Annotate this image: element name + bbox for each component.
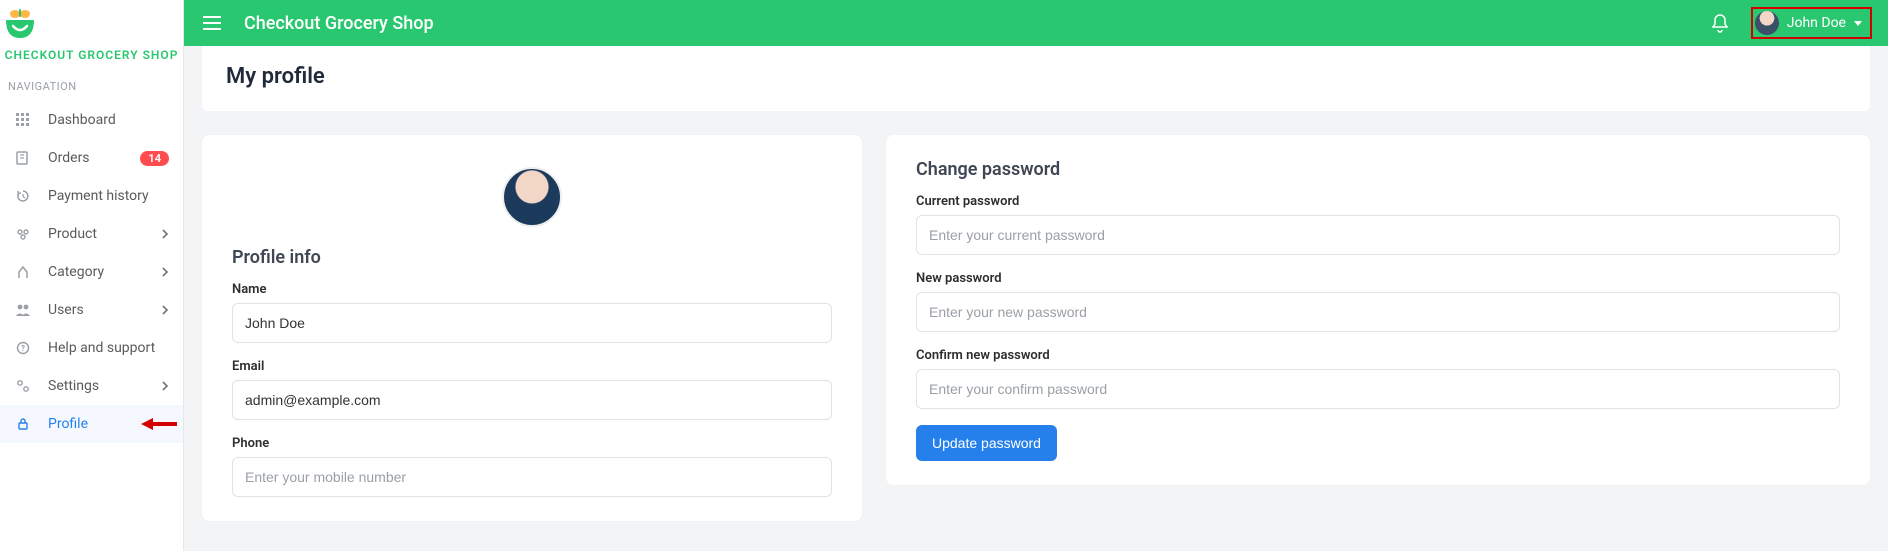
sidebar-item-label: Profile <box>48 416 141 432</box>
profile-avatar <box>502 167 562 227</box>
sidebar-item-label: Help and support <box>48 340 169 356</box>
lock-icon <box>14 415 32 433</box>
nav-heading: NAVIGATION <box>0 72 183 101</box>
chevron-right-icon <box>162 267 169 277</box>
profile-section-title: Profile info <box>232 247 832 268</box>
sidebar-item-label: Payment history <box>48 188 169 204</box>
password-section-title: Change password <box>916 159 1840 180</box>
phone-field[interactable] <box>232 457 832 497</box>
profile-info-card: Profile info Name Email Phone <box>202 135 862 521</box>
sidebar-item-label: Dashboard <box>48 112 169 128</box>
chevron-right-icon <box>162 381 169 391</box>
email-label: Email <box>232 359 832 374</box>
phone-label: Phone <box>232 436 832 451</box>
help-icon: ? <box>14 339 32 357</box>
orders-badge: 14 <box>140 151 169 166</box>
name-label: Name <box>232 282 832 297</box>
sidebar-item-label: Users <box>48 302 162 318</box>
user-menu[interactable]: John Doe <box>1751 7 1872 39</box>
sidebar-item-label: Product <box>48 226 162 242</box>
sidebar-item-orders[interactable]: Orders 14 <box>0 139 183 177</box>
sidebar-item-users[interactable]: Users <box>0 291 183 329</box>
sidebar-item-profile[interactable]: Profile <box>0 405 183 443</box>
svg-text:?: ? <box>21 344 25 353</box>
page-title: My profile <box>226 64 1846 89</box>
brand-name: CHECKOUT GROCERY SHOP <box>0 48 183 72</box>
arrow-left-icon <box>141 417 169 431</box>
chevron-right-icon <box>162 305 169 315</box>
new-password-field[interactable] <box>916 292 1840 332</box>
notifications-button[interactable] <box>1711 13 1729 33</box>
chevron-right-icon <box>162 229 169 239</box>
sidebar-item-help-support[interactable]: ? Help and support <box>0 329 183 367</box>
sidebar-item-label: Settings <box>48 378 162 394</box>
page-title-bar: My profile <box>202 46 1870 111</box>
users-icon <box>14 301 32 319</box>
history-icon <box>14 187 32 205</box>
brand-logo <box>0 0 183 48</box>
sidebar-item-settings[interactable]: Settings <box>0 367 183 405</box>
sidebar-item-category[interactable]: Category <box>0 253 183 291</box>
current-password-label: Current password <box>916 194 1840 209</box>
grid-icon <box>14 111 32 129</box>
name-field[interactable] <box>232 303 832 343</box>
category-icon <box>14 263 32 281</box>
sidebar: CHECKOUT GROCERY SHOP NAVIGATION Dashboa… <box>0 0 184 551</box>
update-password-button[interactable]: Update password <box>916 425 1057 461</box>
orders-icon <box>14 149 32 167</box>
product-icon <box>14 225 32 243</box>
sidebar-item-dashboard[interactable]: Dashboard <box>0 101 183 139</box>
sidebar-item-label: Category <box>48 264 162 280</box>
confirm-password-field[interactable] <box>916 369 1840 409</box>
current-password-field[interactable] <box>916 215 1840 255</box>
topbar: Checkout Grocery Shop John Doe <box>184 0 1888 46</box>
settings-icon <box>14 377 32 395</box>
confirm-password-label: Confirm new password <box>916 348 1840 363</box>
sidebar-item-label: Orders <box>48 150 140 166</box>
change-password-card: Change password Current password New pas… <box>886 135 1870 485</box>
menu-toggle-button[interactable] <box>200 11 224 35</box>
app-title: Checkout Grocery Shop <box>244 13 1711 34</box>
sidebar-item-payment-history[interactable]: Payment history <box>0 177 183 215</box>
email-field[interactable] <box>232 380 832 420</box>
user-name: John Doe <box>1787 15 1846 31</box>
caret-down-icon <box>1854 21 1862 26</box>
avatar <box>1755 11 1779 35</box>
sidebar-item-product[interactable]: Product <box>0 215 183 253</box>
new-password-label: New password <box>916 271 1840 286</box>
